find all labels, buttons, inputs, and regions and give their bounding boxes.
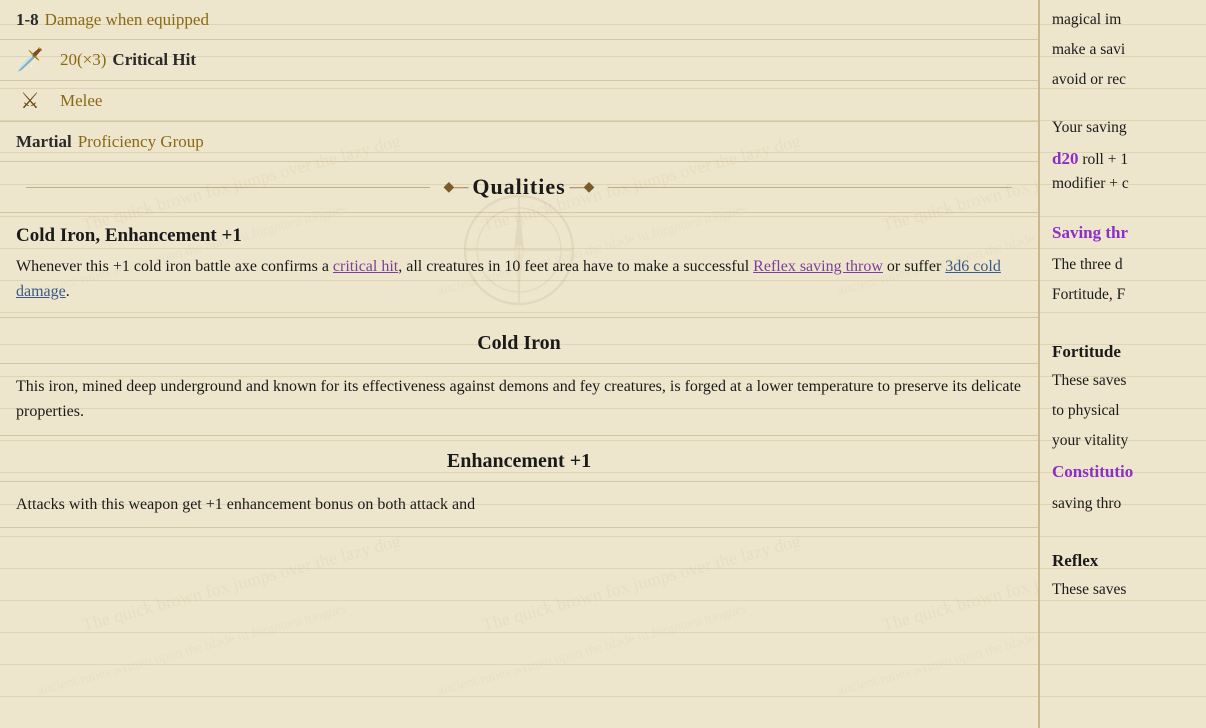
right-line6: modifier + c [1052,172,1194,196]
fortitude-label: Fortitude [1052,339,1194,365]
these-saves-text: These saves [1052,369,1194,393]
quality-cold-iron-title: Cold Iron, Enhancement +1 [16,225,1022,247]
quality-text-part1: Whenever this +1 cold iron battle axe co… [16,258,333,275]
quality-text-part4: . [66,283,70,300]
cold-iron-heading: Cold Iron [0,318,1038,364]
critical-hit-icon: 🗡️ [16,46,44,74]
to-physical-text: to physical [1052,399,1194,423]
left-panel: 1-8 Damage when equipped 🗡️ 20(×3) Criti… [0,0,1040,728]
critical-hit-link[interactable]: critical hit [333,258,398,275]
right-line4: Your saving [1052,116,1194,140]
proficiency-group: Proficiency Group [78,132,204,152]
quality-cold-iron-block: Cold Iron, Enhancement +1 Whenever this … [0,213,1038,318]
cold-iron-text: This iron, mined deep underground and kn… [0,364,1038,436]
right-line5: roll + 1 [1078,151,1128,168]
right-line1: magical im [1052,8,1194,32]
critical-hit-row: 🗡️ 20(×3) Critical Hit [0,40,1038,81]
proficiency-martial: Martial [16,132,72,152]
qualities-heading: Qualities [472,174,565,200]
right-line2: make a savi [1052,38,1194,62]
these-saves2-text: These saves [1052,578,1194,602]
constitution-label: Constitutio [1052,459,1194,485]
attacks-link[interactable]: Attacks [16,496,65,513]
enhancement-heading: Enhancement +1 [0,436,1038,482]
right-line7: The three d [1052,253,1194,277]
qualities-divider: ◆— Qualities —◆ [0,162,1038,213]
melee-icon: ⚔ [16,87,44,115]
left-arrow-icon: ◆— [444,179,469,196]
enhancement-text-rest: with this weapon get +1 enhancement bonu… [65,496,475,513]
right-panel: magical im make a savi avoid or rec Your… [1040,0,1206,728]
d20-label: d20 [1052,149,1078,168]
critical-hit-multiplier: 20(×3) [60,50,106,70]
right-arrow-icon: —◆ [570,179,595,196]
reflex-label: Reflex [1052,548,1194,574]
your-vitality-text: your vitality [1052,429,1194,453]
melee-label: Melee [60,91,102,111]
critical-hit-label: Critical Hit [112,50,196,70]
quality-cold-iron-text: Whenever this +1 cold iron battle axe co… [16,255,1022,305]
quality-text-part3: or suffer [883,258,945,275]
quality-text-part2: , all creatures in 10 feet area have to … [398,258,753,275]
damage-value: 1-8 [16,10,39,30]
enhancement-text: Attacks with this weapon get +1 enhancem… [0,482,1038,529]
right-line8: Fortitude, F [1052,283,1194,307]
damage-stat-row: 1-8 Damage when equipped [0,0,1038,40]
saving-throw-abbr: saving thro [1052,492,1194,516]
proficiency-row: Martial Proficiency Group [0,122,1038,162]
melee-row: ⚔ Melee [0,81,1038,122]
right-line3: avoid or rec [1052,68,1194,92]
damage-label: Damage when equipped [45,10,209,30]
reflex-saving-throw-link[interactable]: Reflex saving throw [753,258,883,275]
right-d20-line: d20 roll + 1 [1052,146,1194,172]
saving-thr-label: Saving thr [1052,220,1194,246]
